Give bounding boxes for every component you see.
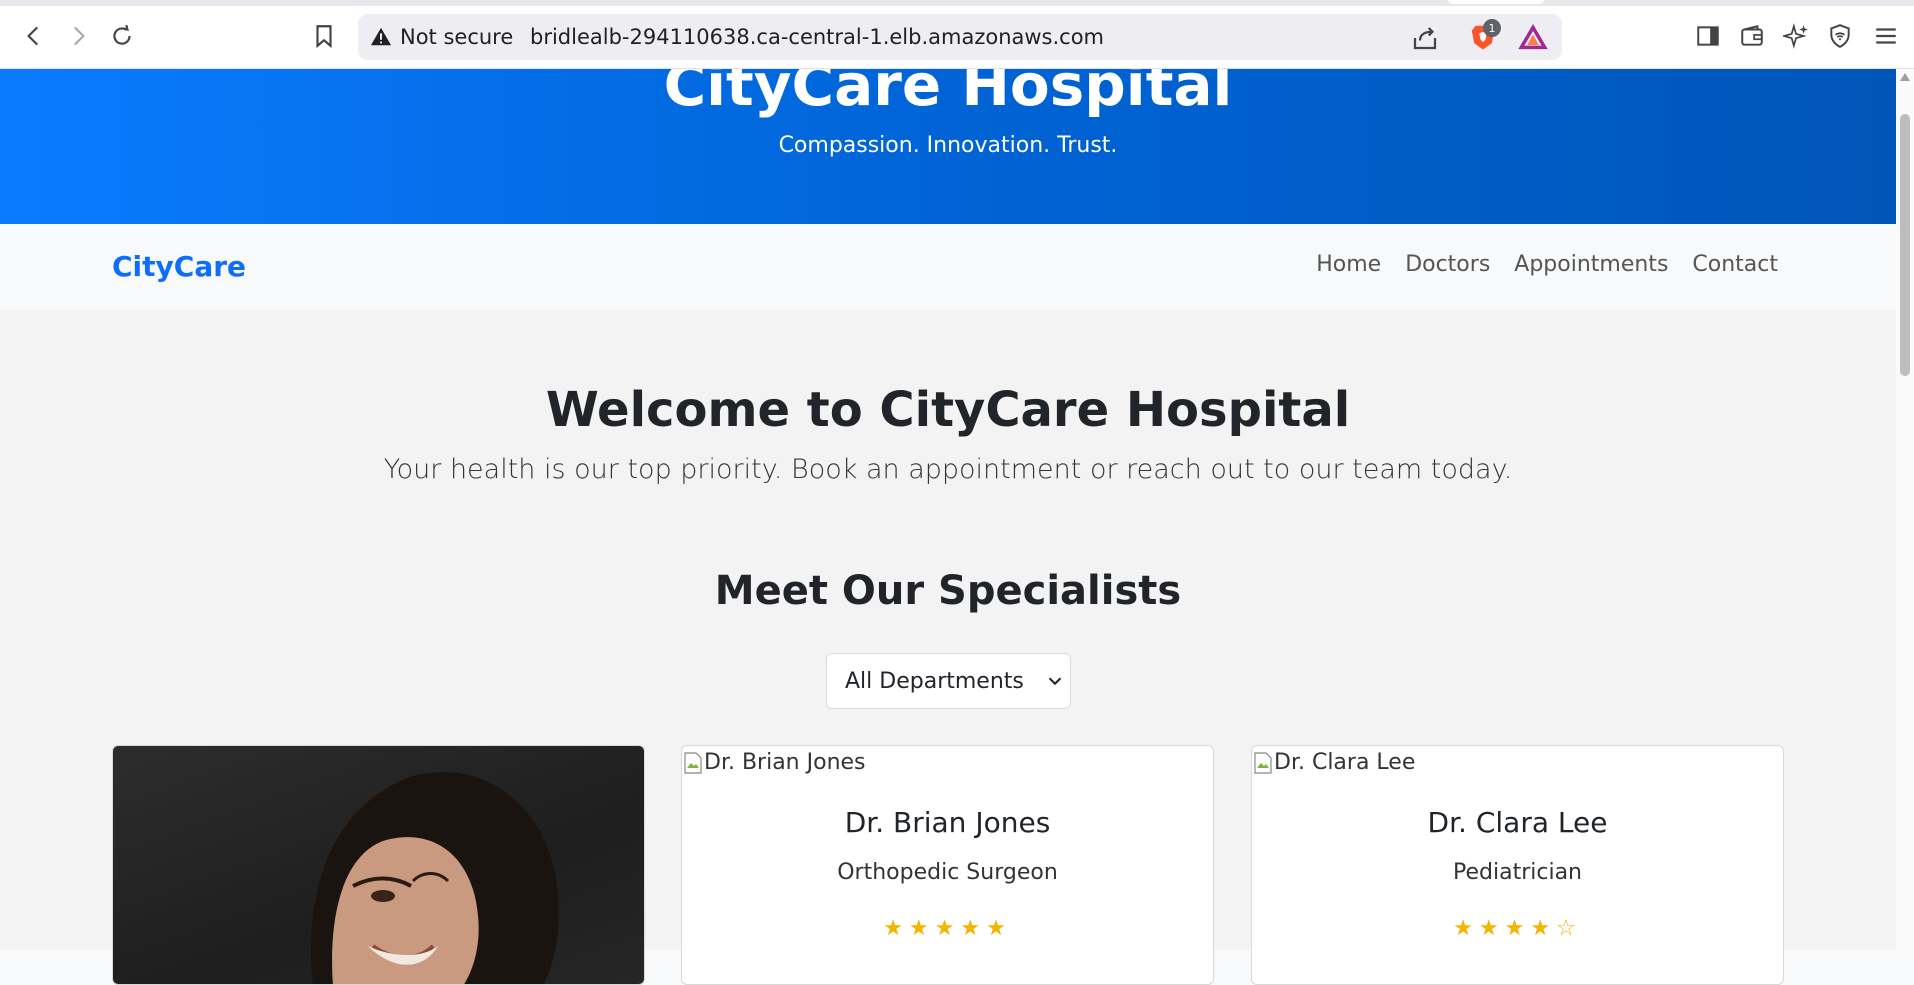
hero-tagline: Compassion. Innovation. Trust. (778, 133, 1118, 158)
reload-button[interactable] (104, 18, 140, 54)
chevron-left-icon (27, 26, 39, 46)
brave-rewards-icon[interactable] (1518, 24, 1548, 52)
address-bar[interactable]: Not secure bridlealb-294110638.ca-centra… (358, 14, 1562, 60)
page-scrollbar[interactable] (1896, 69, 1914, 950)
chevron-down-icon (1048, 677, 1062, 686)
doctor-image-broken: Dr. Clara Lee (1254, 750, 1415, 775)
bookmark-icon (316, 25, 332, 49)
nav-home[interactable]: Home (1316, 252, 1381, 277)
vpn-shield-icon (1830, 24, 1850, 48)
menu-button[interactable] (1868, 18, 1904, 54)
doctor-specialty: Pediatrician (1453, 860, 1582, 885)
active-tab-edge[interactable] (1448, 0, 1544, 4)
broken-image-icon (1254, 751, 1272, 774)
security-label[interactable]: Not secure (400, 25, 513, 49)
tab-strip (0, 0, 1914, 6)
main-content: Welcome to CityCare Hospital Your health… (0, 310, 1896, 985)
url-text[interactable]: bridlealb-294110638.ca-central-1.elb.ama… (530, 25, 1104, 49)
site-navbar: CityCare Home Doctors Appointments Conta… (0, 224, 1896, 310)
brand-logo-link[interactable]: CityCare (112, 250, 246, 283)
doctor-specialty: Orthopedic Surgeon (837, 860, 1058, 885)
hero-banner: CityCare Hospital Compassion. Innovation… (0, 69, 1896, 224)
specialists-heading: Meet Our Specialists (714, 568, 1182, 614)
sparkle-icon (1783, 23, 1808, 49)
share-icon[interactable] (1410, 23, 1440, 53)
warning-icon (370, 27, 392, 46)
nav-appointments[interactable]: Appointments (1514, 252, 1668, 277)
doctor-image-alt: Dr. Clara Lee (1274, 750, 1416, 775)
hamburger-menu-icon (1876, 28, 1896, 44)
hero-title: CityCare Hospital (663, 69, 1233, 119)
scroll-up-arrow-icon[interactable] (1900, 73, 1910, 81)
welcome-lead: Your health is our top priority. Book an… (383, 454, 1513, 485)
nav-doctors[interactable]: Doctors (1405, 252, 1490, 277)
doctor-card[interactable]: Dr. Brian Jones Dr. Brian Jones Orthoped… (681, 745, 1214, 985)
reload-icon (113, 24, 131, 45)
doctor-rating-stars: ★★★★★ (883, 916, 1012, 941)
nav-links: Home Doctors Appointments Contact (1316, 252, 1778, 277)
bookmark-button[interactable] (306, 18, 342, 54)
sidebar-icon (1697, 26, 1719, 46)
doctor-name: Dr. Clara Lee (1427, 806, 1608, 839)
doctor-name: Dr. Brian Jones (844, 806, 1051, 839)
doctor-portrait-image (310, 772, 559, 984)
doctor-rating-stars: ★★★★☆ (1453, 916, 1582, 941)
doctor-image-broken: Dr. Brian Jones (684, 750, 866, 775)
department-select-value: All Departments (845, 668, 1024, 694)
broken-image-icon (684, 751, 702, 774)
forward-button[interactable] (60, 18, 96, 54)
nav-contact[interactable]: Contact (1692, 252, 1778, 277)
vpn-button[interactable] (1822, 18, 1858, 54)
leo-ai-button[interactable] (1778, 18, 1814, 54)
department-select[interactable]: All Departments (826, 653, 1071, 709)
wallet-icon (1741, 25, 1763, 46)
doctor-image-alt: Dr. Brian Jones (704, 750, 866, 775)
scrollbar-thumb[interactable] (1900, 114, 1910, 376)
doctor-card[interactable] (112, 745, 645, 985)
shields-count-badge: 1 (1483, 19, 1501, 37)
chevron-right-icon (73, 26, 85, 46)
wallet-button[interactable] (1734, 18, 1770, 54)
sidebar-button[interactable] (1690, 18, 1726, 54)
welcome-heading: Welcome to CityCare Hospital (545, 382, 1351, 438)
doctor-photo (113, 746, 644, 984)
doctor-card[interactable]: Dr. Clara Lee Dr. Clara Lee Pediatrician… (1251, 745, 1784, 985)
browser-toolbar: Not secure bridlealb-294110638.ca-centra… (0, 0, 1914, 69)
back-button[interactable] (16, 18, 52, 54)
